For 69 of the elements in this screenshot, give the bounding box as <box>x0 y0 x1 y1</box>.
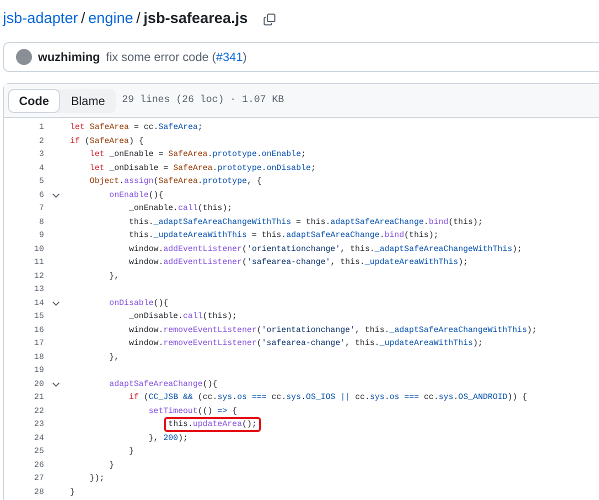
code-line: window.removeEventListener('orientationchange', this._adaptSafeAreaChangeWithThis); <box>128 324 537 336</box>
code-line: let _onEnable = SafeArea.prototype.onEnable; <box>88 149 306 161</box>
line-number: 23 <box>33 419 44 431</box>
code-line: } <box>108 460 114 472</box>
line-number: 8 <box>38 216 44 228</box>
code-line: this._adaptSafeAreaChangeWithThis = this.adaptSafeAreaChange.bind(this); <box>128 216 483 228</box>
line-number: 28 <box>33 486 44 498</box>
view-tab[interactable]: Code <box>8 88 60 112</box>
line-number: 3 <box>38 149 44 161</box>
code-line: } <box>128 446 134 458</box>
breadcrumb-link[interactable]: jsb-adapter <box>3 8 78 30</box>
code-line: onEnable(){ <box>108 190 164 202</box>
chevron-icon[interactable] <box>52 192 60 198</box>
line-number: 9 <box>38 230 44 242</box>
code-line: }, <box>108 270 120 282</box>
file-info: 29 lines (26 loc) · 1.07 KB <box>122 94 284 108</box>
line-number: 20 <box>33 378 44 390</box>
line-number: 7 <box>38 203 44 215</box>
code-line: }, 200); <box>148 432 188 444</box>
line-number: 1 <box>38 122 44 134</box>
code-line: let SafeArea = cc.SafeArea; <box>70 122 203 134</box>
code-line: if (CC_JSB && (cc.sys.os === cc.sys.OS_IOS || cc.sys.os === cc.sys.OS_ANDROID)) { <box>128 392 528 404</box>
pull-request-link[interactable]: #341 <box>216 50 243 64</box>
code-line: if (SafeArea) { <box>70 136 144 148</box>
code-line: window.addEventListener('orientationchange', this._adaptSafeAreaChangeWithThis); <box>128 244 522 256</box>
chevron-icon[interactable] <box>52 382 60 387</box>
line-number: 6 <box>38 190 44 202</box>
commit-author[interactable]: wuzhiming <box>38 48 100 66</box>
line-number: 19 <box>33 365 44 377</box>
code-line: }); <box>88 473 104 485</box>
code-line: } <box>70 486 75 498</box>
commit-message: fix some error code (#341) <box>106 49 247 66</box>
line-number: 12 <box>33 270 44 282</box>
view-tab[interactable]: Blame <box>60 88 116 112</box>
chevron-icon[interactable] <box>52 300 60 306</box>
code-line: this._updateAreaWithThis = this.adaptSafeAreaChange.bind(this); <box>128 230 439 242</box>
line-number: 27 <box>33 473 44 485</box>
line-number: 15 <box>33 311 44 323</box>
line-number: 26 <box>33 460 44 472</box>
line-number: 18 <box>33 352 44 364</box>
breadcrumb-link[interactable]: engine <box>88 8 134 30</box>
code-line: let _onDisable = SafeArea.prototype.onDisable; <box>88 162 316 174</box>
code-line: window.removeEventListener('safearea-change', this._updateAreaWithThis); <box>128 338 483 350</box>
code-line: setTimeout(() => { <box>148 406 238 418</box>
line-number: 5 <box>38 176 44 188</box>
code-line: onDisable(){ <box>108 298 168 310</box>
line-number: 11 <box>33 257 44 269</box>
file-name: jsb-safearea.js <box>143 8 248 29</box>
code-line: _onDisable.call(this); <box>128 311 238 323</box>
line-number: 21 <box>33 392 44 404</box>
line-number: 2 <box>38 136 44 148</box>
breadcrumb-separator: / <box>81 8 86 29</box>
code-line: _onEnable.call(this); <box>128 203 232 215</box>
line-number: 16 <box>33 324 44 336</box>
line-number: 13 <box>33 284 44 296</box>
avatar[interactable] <box>16 49 32 65</box>
line-number: 25 <box>33 446 44 458</box>
code-line: }, <box>108 352 120 364</box>
line-number: 10 <box>33 244 44 256</box>
line-number: 22 <box>33 406 44 418</box>
code-line: window.addEventListener('safearea-change', this._updateAreaWithThis); <box>128 257 468 269</box>
copy-icon[interactable] <box>262 12 276 26</box>
line-number: 14 <box>33 298 44 310</box>
line-number: 4 <box>38 162 44 174</box>
code-line: adaptSafeAreaChange(){ <box>108 378 218 390</box>
code-line: Object.assign(SafeArea.prototype, { <box>88 176 262 188</box>
line-number: 17 <box>33 338 44 350</box>
line-number: 24 <box>33 432 44 444</box>
breadcrumb-separator: / <box>136 8 140 29</box>
